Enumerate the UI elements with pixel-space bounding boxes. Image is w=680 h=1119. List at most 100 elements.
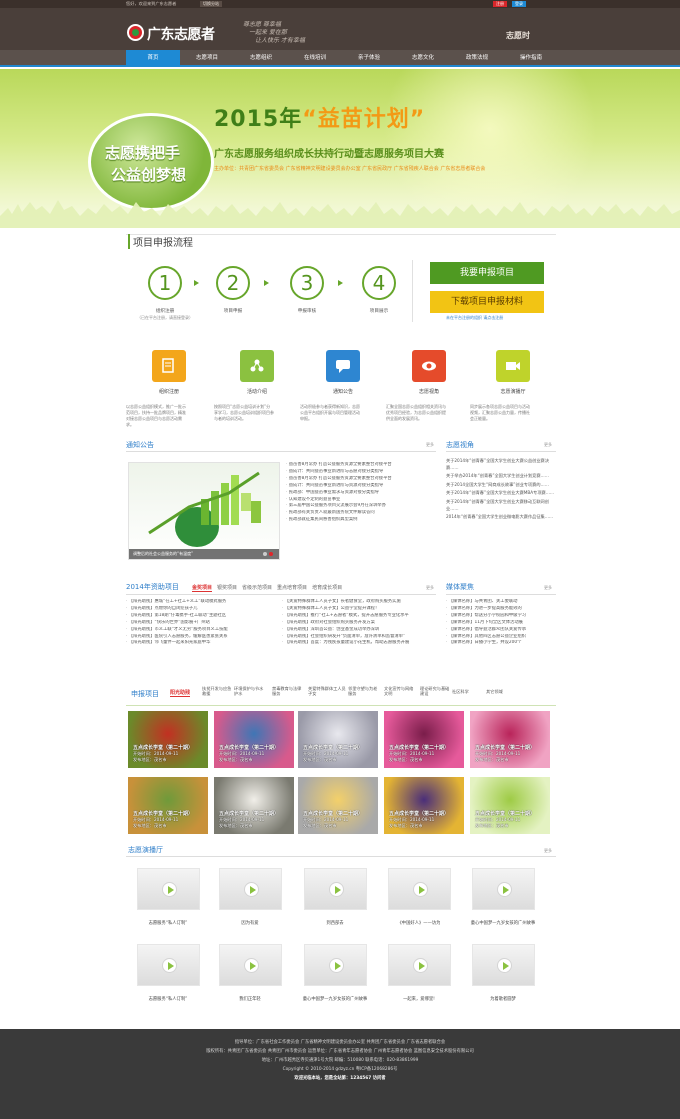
notice-slideshow[interactable]: 调整后的社会公益服务的“有温度”	[128, 462, 280, 560]
step-2-label[interactable]: 项目申报	[198, 308, 268, 314]
funding-item[interactable]: 【阳光助残】医院引入志愿服务，缓解医患紧张关系	[126, 634, 278, 641]
funding-item[interactable]: 【阳光助残】“快乐的世界”国影展+广州站	[126, 620, 278, 627]
notice-item[interactable]: 认知建设不定制的益苗事业	[286, 497, 436, 504]
project-tile[interactable]: 五点成长学堂（第二十期） 开始时间：2014-09-11 发布地区：茂名市	[128, 711, 208, 768]
nav-item-family[interactable]: 亲子体验	[342, 50, 396, 67]
play-icon[interactable]	[329, 958, 344, 973]
tab-key[interactable]: 重点培育项目	[277, 584, 307, 591]
notice-item[interactable]: 民政部有关负责人就最新国务院文件解读答问	[286, 510, 436, 517]
project-tile[interactable]: 五点成长学堂（第二十期） 开始时间：2014-09-11 发布地区：茂名市	[298, 777, 378, 834]
notice-item[interactable]: 益成计：共同益苗事业新进阶与资源对接分类指导	[286, 483, 436, 490]
project-tile[interactable]: 五点成长学堂（第二十期） 开始时间：2014-09-11 发布地区：茂名市	[384, 777, 464, 834]
video-more-link[interactable]: 更多	[544, 848, 552, 854]
video-label[interactable]: 童心中国梦—九岁女孩的广州故事	[300, 996, 370, 1002]
play-icon[interactable]	[413, 958, 428, 973]
perspective-item[interactable]: 关于2014年“创青春”全国大学生创业大赛MBA专项赛……	[446, 490, 556, 497]
feature-label[interactable]: 通知公告	[313, 388, 373, 395]
tab-growth[interactable]: 培育成长项目	[312, 584, 342, 591]
funding-title[interactable]: 2014年资助项目	[126, 582, 179, 592]
funding-item[interactable]: 【阳光助残】惠城“在工+社工+义工”联动模式服务	[126, 599, 278, 606]
notice-item[interactable]: 民政部就征集民间慈善组织典型案例	[286, 517, 436, 524]
apply-tab-elderly[interactable]: 邻里守望与为老服务	[348, 686, 378, 696]
tab-silver[interactable]: 银奖项目	[217, 584, 237, 591]
video-thumbnail[interactable]	[137, 944, 200, 986]
video-thumbnail[interactable]	[472, 868, 535, 910]
apply-project-button[interactable]: 我要申报项目	[430, 262, 544, 284]
funding-item[interactable]: 【阳光助残】推行“社工+志愿者”模式，提升志愿服务专业化水平	[282, 613, 436, 620]
play-icon[interactable]	[413, 882, 428, 897]
video-hall-title[interactable]: 志愿演播厅	[128, 845, 163, 855]
video-thumbnail[interactable]	[472, 944, 535, 986]
apply-tab-antidrug[interactable]: 禁毒教育与法律服务	[272, 686, 304, 696]
download-materials-button[interactable]: 下载项目申报材料	[430, 291, 544, 313]
feature-card-perspective[interactable]	[412, 350, 446, 382]
video-label[interactable]: 我们正年轻	[215, 996, 285, 1002]
apply-tab-poverty[interactable]: 扶贫开发与应急救援	[202, 686, 232, 696]
perspective-item[interactable]: 2014年“创青春”全国大学生创业微电影大赛作品征集……	[446, 514, 556, 521]
nav-item-projects[interactable]: 志愿项目	[180, 50, 234, 67]
video-thumbnail[interactable]	[304, 868, 367, 910]
feature-card-notice[interactable]	[326, 350, 360, 382]
apply-tab-culture[interactable]: 文化宣传与网络文明	[384, 686, 414, 696]
funding-more-link[interactable]: 更多	[426, 585, 434, 591]
notice-title[interactable]: 通知公告	[126, 440, 154, 450]
notice-item[interactable]: 益成计：共同益苗事业新进阶与志愿对接分类指导	[286, 469, 436, 476]
notice-item[interactable]: 第三届中国公益服务项目交流展示会9月在深圳举办	[286, 503, 436, 510]
video-thumbnail[interactable]	[137, 868, 200, 910]
perspective-item[interactable]: 关于举办2014年“创青春”全国大学生创业计划竞赛……	[446, 473, 556, 480]
play-icon[interactable]	[329, 882, 344, 897]
media-more-link[interactable]: 更多	[544, 585, 552, 591]
perspective-title[interactable]: 志愿视角	[446, 440, 474, 450]
video-label[interactable]: 童心中国梦—九岁女孩的广州故事	[468, 920, 538, 926]
play-icon[interactable]	[244, 882, 259, 897]
funding-item[interactable]: 【阳光助残】点燃你的自闭症孩子儿	[126, 606, 278, 613]
site-logo[interactable]: 广东志愿者	[127, 22, 225, 44]
play-icon[interactable]	[497, 882, 512, 897]
media-item[interactable]: 【媒体名称】倡导益活群众团队关爱传承	[446, 627, 556, 634]
video-label[interactable]: 因为有爱	[215, 920, 285, 926]
media-item[interactable]: 【媒体名称】其他四区志愿公益企业组织	[446, 634, 556, 641]
media-item[interactable]: 【媒体名称】与共青团、关工委联动	[446, 599, 556, 606]
project-tile[interactable]: 五点成长学堂（第二十期） 开始时间：2014-09-11 发布地区：茂名市	[384, 711, 464, 768]
switch-site-button[interactable]: 切换分站	[200, 1, 222, 7]
project-tile[interactable]: 五点成长学堂（第二十期） 开始时间：2014-09-11 发布地区：茂名市	[298, 711, 378, 768]
feature-card-register[interactable]	[152, 350, 186, 382]
funding-item[interactable]: 【阳光助残】深圳首公益：创业基金成功举办深圳	[282, 627, 436, 634]
funding-item[interactable]: 【关爱特殊群体工人员子女】长者健食堂，政府购买服务实施	[282, 599, 436, 606]
video-label[interactable]: 志愿服务“私人订制”	[133, 920, 203, 926]
funding-item[interactable]: 【关爱特殊群体工人员子女】公益学堂提升课程！	[282, 606, 436, 613]
perspective-more-link[interactable]: 更多	[544, 442, 552, 448]
nav-item-training[interactable]: 在线培训	[288, 50, 342, 67]
register-button[interactable]: 注册	[493, 1, 507, 7]
apply-tab-environment[interactable]: 环境保护与节水护水	[234, 686, 266, 696]
media-item[interactable]: 【媒体名称】11月下旬全区文体活动展	[446, 620, 556, 627]
play-icon[interactable]	[162, 882, 177, 897]
project-tile[interactable]: 五点成长学堂（第二十期） 开始时间：2014-09-11 发布地区：茂名市	[470, 711, 550, 768]
register-hint-link[interactable]: 未在平台注册的组织 请点击注册	[446, 315, 503, 321]
perspective-item[interactable]: 关于2014年“创青春”全国大学生创业大赛移动互联网创业……	[446, 499, 556, 512]
feature-label[interactable]: 志愿视角	[399, 388, 459, 395]
project-tile[interactable]: 五点成长学堂（第二十期） 开始时间：2014-09-11 发布地区：茂名市	[128, 777, 208, 834]
nav-item-culture[interactable]: 志愿文化	[396, 50, 450, 67]
video-label[interactable]: 一起来，爱哪里!	[384, 996, 454, 1002]
media-item[interactable]: 【媒体名称】日播小学生，共设200个	[446, 640, 556, 647]
feature-card-activity[interactable]	[240, 350, 274, 382]
tab-gold[interactable]: 金奖项目	[192, 584, 213, 592]
feature-label[interactable]: 组织注册	[139, 388, 199, 395]
video-label[interactable]: 为着歌者圆梦	[468, 996, 538, 1002]
feature-label[interactable]: 志愿演播厅	[483, 388, 543, 395]
notice-item[interactable]: 民政部：中国益苗事业需求与资源对接分类指导	[286, 490, 436, 497]
project-tile[interactable]: 五点成长学堂（第二十期） 开始时间：2014-09-11 发布地区：茂名市	[470, 777, 550, 834]
nav-item-organizations[interactable]: 志愿组织	[234, 50, 288, 67]
play-icon[interactable]	[497, 958, 512, 973]
project-tile[interactable]: 五点成长学堂（第二十期） 开始时间：2014-09-11 发布地区：茂名市	[214, 711, 294, 768]
play-icon[interactable]	[162, 958, 177, 973]
perspective-item[interactable]: 关于2014全国大学生“网商成长故事”创业专项赛的……	[446, 482, 556, 489]
media-item[interactable]: 【媒体名称】为进一步提高服务能效的	[446, 606, 556, 613]
apply-tab-special-groups[interactable]: 关爱特殊群体工人员子女	[308, 686, 346, 696]
step-3-label[interactable]: 申报审核	[272, 308, 342, 314]
media-title[interactable]: 媒体聚焦	[446, 582, 474, 592]
video-thumbnail[interactable]	[219, 944, 282, 986]
video-label[interactable]: 到西部去	[300, 920, 370, 926]
slide-dot[interactable]	[263, 552, 267, 556]
